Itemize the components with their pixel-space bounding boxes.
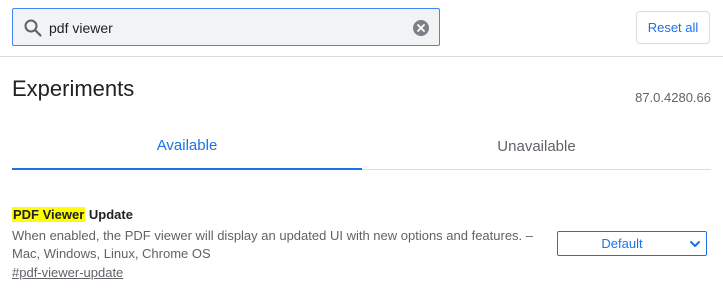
experiment-item: PDF Viewer Update When enabled, the PDF … xyxy=(12,206,712,280)
experiment-title: PDF Viewer Update xyxy=(12,206,712,224)
search-input[interactable] xyxy=(49,17,409,39)
search-highlight: PDF Viewer xyxy=(12,207,86,222)
experiment-state-select[interactable]: Default xyxy=(557,231,707,256)
version-label: 87.0.4280.66 xyxy=(635,90,711,105)
header-bar: Reset all xyxy=(0,0,723,57)
page-title: Experiments xyxy=(12,76,135,101)
reset-all-button[interactable]: Reset all xyxy=(636,11,710,44)
search-box[interactable] xyxy=(12,8,440,46)
experiment-description: When enabled, the PDF viewer will displa… xyxy=(12,228,534,261)
tab-unavailable[interactable]: Unavailable xyxy=(362,124,711,170)
select-value: Default xyxy=(601,236,643,251)
experiment-title-rest: Update xyxy=(85,207,133,222)
tab-available[interactable]: Available xyxy=(12,124,362,170)
chevron-down-icon xyxy=(690,241,700,247)
search-icon xyxy=(24,19,42,37)
clear-search-icon[interactable] xyxy=(412,19,430,37)
experiment-permalink[interactable]: #pdf-viewer-update xyxy=(12,264,123,282)
